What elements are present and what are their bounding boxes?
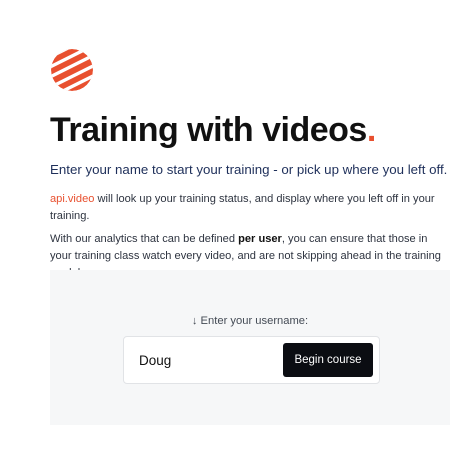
page-title: Training with videos.	[50, 110, 376, 150]
analytics-text-strong: per user	[238, 233, 282, 245]
api-video-logo-icon	[51, 49, 93, 91]
username-panel: ↓ Enter your username: Begin course	[50, 270, 450, 425]
intro-paragraph: api.video will look up your training sta…	[50, 191, 445, 225]
username-input[interactable]	[132, 346, 286, 374]
page-title-text: Training with videos	[50, 111, 367, 149]
page-title-dot: .	[366, 111, 376, 149]
username-form: Begin course	[123, 336, 380, 384]
username-prompt: ↓ Enter your username:	[191, 315, 309, 327]
intro-text: will look up your training status, and d…	[50, 193, 435, 222]
begin-course-button[interactable]: Begin course	[283, 343, 373, 377]
brand-name: api.video	[50, 193, 95, 205]
page-subtitle: Enter your name to start your training -…	[50, 162, 448, 177]
analytics-text-a: With our analytics that can be defined	[50, 233, 239, 245]
